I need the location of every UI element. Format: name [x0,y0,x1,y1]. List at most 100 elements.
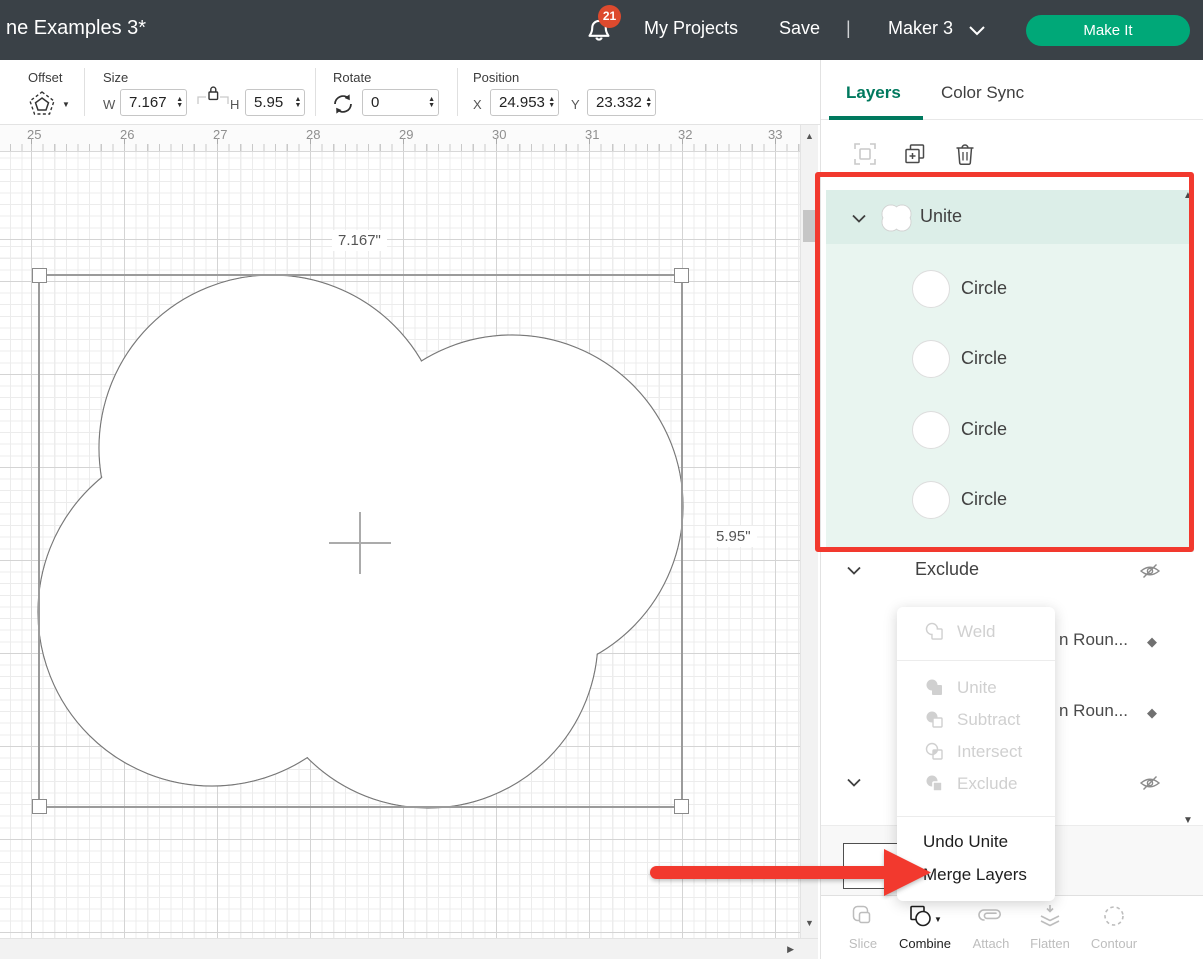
chevron-down-icon[interactable] [968,24,986,37]
slice-button[interactable]: Slice [831,902,895,951]
hidden-layer-label[interactable]: n Roun... [1059,701,1131,721]
width-input[interactable] [121,90,174,115]
contour-label: Contour [1082,936,1146,951]
offset-caret-icon[interactable]: ▼ [62,100,70,109]
rotate-input[interactable] [363,90,425,115]
x-field-label: X [473,97,482,112]
canvas-vertical-scrollbar[interactable]: ▲ ▼ [800,125,818,938]
size-label: Size [103,70,128,85]
x-stepper[interactable]: ▲ ▼ [545,90,558,115]
size-lock-icon[interactable] [196,83,230,105]
visibility-hidden-icon[interactable] [1139,774,1161,792]
tab-color-sync[interactable]: Color Sync [941,83,1024,103]
center-crosshair-vertical [359,512,361,574]
merge-layers-label: Merge Layers [923,865,1027,885]
exclude-icon [925,774,945,794]
resize-handle-bottom-left[interactable] [32,799,47,814]
width-stepper[interactable]: ▲ ▼ [174,90,187,115]
cricut-design-space: ne Examples 3* 21 My Projects Save | Mak… [0,0,1203,959]
resize-handle-bottom-right[interactable] [674,799,689,814]
menu-item-intersect[interactable]: Intersect [897,738,1055,768]
rotate-stepper[interactable]: ▲ ▼ [425,90,438,115]
diamond-color-swatch-icon[interactable]: ◆ [1147,634,1157,650]
stepper-down-icon[interactable]: ▼ [645,103,652,109]
scroll-down-icon[interactable]: ▼ [805,918,814,928]
collapse-chevron-icon[interactable] [847,778,861,787]
make-it-button[interactable]: Make It [1026,15,1190,46]
hidden-layer-label[interactable]: n Roun... [1059,630,1131,650]
stepper-down-icon[interactable]: ▼ [294,103,301,109]
attach-icon [978,902,1004,930]
rotate-icon[interactable] [331,92,355,116]
height-field-label: H [230,97,239,112]
select-all-icon[interactable] [854,143,876,165]
layer-label[interactable]: Circle [961,419,1007,440]
stepper-down-icon[interactable]: ▼ [428,103,435,109]
offset-icon[interactable] [28,90,56,116]
duplicate-icon[interactable] [904,143,926,165]
circle-thumbnail [912,340,950,378]
width-input-group: ▲ ▼ [120,89,187,116]
menu-item-weld[interactable]: Weld [897,618,1055,648]
vertical-scrollbar-thumb[interactable] [803,210,816,242]
resize-handle-top-left[interactable] [32,268,47,283]
my-projects-link[interactable]: My Projects [644,18,738,39]
circle-thumbnail [912,481,950,519]
resize-handle-top-right[interactable] [674,268,689,283]
tab-layers[interactable]: Layers [846,83,901,103]
flatten-button[interactable]: Flatten [1018,902,1082,951]
menu-item-subtract[interactable]: Subtract [897,706,1055,736]
header-divider: | [846,18,851,39]
slice-label: Slice [831,936,895,951]
intersect-label: Intersect [957,742,1022,762]
toolbar-divider [457,68,458,116]
project-title: ne Examples 3* [6,17,146,40]
menu-divider [897,816,1055,817]
design-canvas[interactable]: 25 26 27 28 29 30 31 32 33 [0,125,800,958]
menu-item-exclude[interactable]: Exclude [897,770,1055,800]
width-field-label: W [103,97,115,112]
selection-bounding-box[interactable] [38,274,683,808]
x-position-input[interactable] [491,90,545,115]
panel-scroll-up-icon[interactable]: ▲ [1183,190,1193,201]
stepper-down-icon[interactable]: ▼ [176,103,183,109]
layer-label[interactable]: Circle [961,489,1007,510]
layer-label[interactable]: Circle [961,278,1007,299]
rotate-label: Rotate [333,70,371,85]
offset-label: Offset [28,70,62,85]
unite-group-header[interactable]: Unite [826,190,1194,244]
menu-item-undo-unite[interactable]: Undo Unite [897,828,1055,858]
unite-icon [925,678,945,698]
layer-label[interactable]: Circle [961,348,1007,369]
canvas-horizontal-scrollbar[interactable]: ▶ [0,938,818,959]
save-link[interactable]: Save [779,18,820,39]
contour-button[interactable]: Contour [1082,902,1146,951]
collapse-chevron-icon[interactable] [852,214,866,223]
circle-thumbnail [912,270,950,308]
scroll-right-icon[interactable]: ▶ [787,944,794,955]
visibility-hidden-icon[interactable] [1139,562,1161,580]
height-input[interactable] [246,90,292,115]
slice-icon [851,902,875,930]
collapse-chevron-icon[interactable] [847,566,861,575]
menu-item-merge-layers[interactable]: Merge Layers [897,861,1055,891]
layer-actions-toolbar: Slice ▼ Combine Attach Fla [821,895,1203,959]
menu-item-unite[interactable]: Unite [897,674,1055,704]
exclude-group-label[interactable]: Exclude [915,559,979,580]
y-position-input[interactable] [588,90,642,115]
attach-button[interactable]: Attach [959,902,1023,951]
scroll-up-icon[interactable]: ▲ [805,131,814,141]
stepper-down-icon[interactable]: ▼ [548,103,555,109]
edit-toolbar: Offset ▼ Size W ▲ ▼ H ▲ ▼ [0,60,820,125]
flatten-icon [1038,902,1062,930]
combine-button[interactable]: ▼ Combine [893,902,957,951]
combine-icon [908,902,934,930]
height-stepper[interactable]: ▲ ▼ [292,90,304,115]
position-label: Position [473,70,519,85]
diamond-color-swatch-icon[interactable]: ◆ [1147,705,1157,721]
trash-icon[interactable] [954,143,976,165]
panel-tabs: Layers Color Sync [821,60,1203,120]
y-stepper[interactable]: ▲ ▼ [642,90,655,115]
unite-group-label[interactable]: Unite [920,206,962,227]
machine-selector[interactable]: Maker 3 [888,18,953,39]
